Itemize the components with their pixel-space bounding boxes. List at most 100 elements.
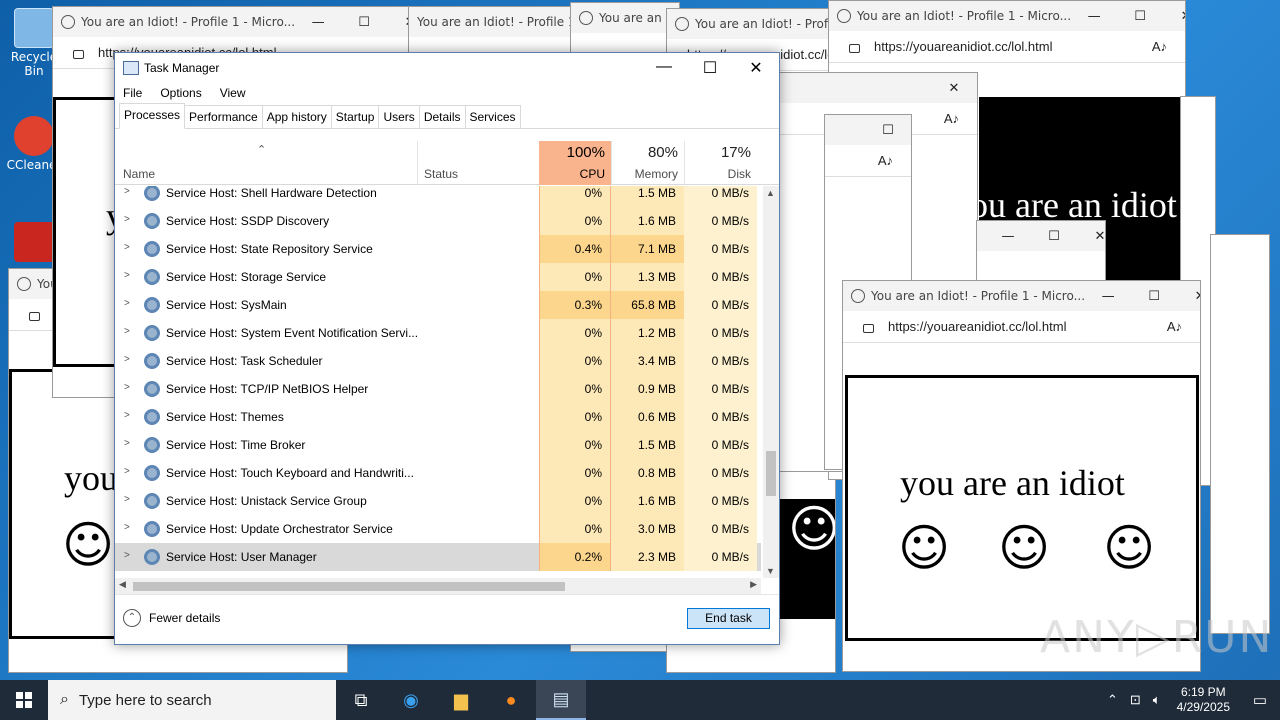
expand-chevron-icon[interactable]: > [124,550,130,561]
scroll-up-icon[interactable]: ▲ [766,188,775,198]
minimize-button[interactable]: — [641,58,687,78]
menu-view[interactable]: View [220,86,246,100]
read-aloud-icon[interactable]: A♪ [944,111,959,126]
process-row[interactable]: > Service Host: Unistack Service Group 0% 1… [115,487,761,515]
popup-addressbar[interactable]: A♪ [825,145,911,177]
end-task-button[interactable]: End task [687,608,770,629]
network-icon[interactable]: ⊡ [1124,692,1147,708]
minimize-button[interactable]: — [1085,289,1131,304]
popup-addressbar[interactable]: https://youareanidiot.cc/lol.html A♪ [829,31,1185,63]
popup-titlebar[interactable]: You are an Idiot! - Profile 1 - Micro... [571,3,679,33]
close-button[interactable]: ✕ [931,81,977,96]
minimize-button[interactable]: — [1071,9,1117,24]
close-button[interactable]: ✕ [1177,289,1200,304]
popup-titlebar[interactable]: ☐ [825,115,911,145]
expand-chevron-icon[interactable]: > [124,326,130,337]
expand-chevron-icon[interactable]: > [124,466,130,477]
idiot-popup-window[interactable] [1210,234,1270,634]
menu-file[interactable]: File [123,86,142,100]
scroll-left-icon[interactable]: ◀ [119,579,126,590]
column-disk[interactable]: 17% Disk [684,141,757,185]
expand-chevron-icon[interactable]: > [124,438,130,449]
popup-titlebar[interactable]: — ☐ ✕ [977,221,1105,251]
column-name[interactable]: Name [115,141,418,185]
popup-titlebar[interactable]: ✕ [779,73,977,103]
tab-app-history[interactable]: App history [261,105,332,128]
tab-users[interactable]: Users [378,105,420,128]
tray-overflow-chevron-icon[interactable]: ⌃ [1101,692,1124,708]
task-view-icon[interactable]: ⧉ [336,680,386,720]
expand-chevron-icon[interactable]: > [124,354,130,365]
popup-titlebar[interactable]: You are an Idiot! - Profile 1 - Micro... [409,7,572,37]
process-row[interactable]: > Service Host: Update Orchestrator Servi… [115,515,761,543]
process-row[interactable]: > Service Host: Themes 0% 0.6 MB 0 MB/s [115,403,761,431]
expand-chevron-icon[interactable]: > [124,494,130,505]
column-cpu[interactable]: 100% CPU [539,141,611,185]
process-row[interactable]: > Service Host: Task Scheduler 0% 3.4 MB 0 M… [115,347,761,375]
volume-icon[interactable]: 🔈︎ [1147,692,1167,708]
popup-titlebar[interactable]: You are an Idiot! - Profile 1 - Micro...… [843,281,1200,311]
read-aloud-icon[interactable]: A♪ [1152,39,1167,54]
expand-chevron-icon[interactable]: > [124,382,130,393]
maximize-button[interactable]: ☐ [1117,9,1163,24]
horizontal-scroll-thumb[interactable] [133,582,565,591]
tab-details[interactable]: Details [418,105,466,128]
popup-titlebar[interactable]: You are an Idiot! - Profile 1 - Micro...… [829,1,1185,31]
expand-chevron-icon[interactable]: > [124,522,130,533]
taskbar-search-box[interactable]: ⌕ Type here to search [48,680,336,720]
process-row[interactable]: > Service Host: State Repository Service 0… [115,235,761,263]
expand-chevron-icon[interactable]: > [124,298,130,309]
process-row[interactable]: > Service Host: SysMain 0.3% 65.8 MB 0 MB/s [115,291,761,319]
start-button[interactable] [0,680,48,720]
horizontal-scrollbar[interactable]: ◀ ▶ [115,578,761,594]
maximize-button[interactable]: ☐ [687,58,733,78]
expand-chevron-icon[interactable]: > [124,186,130,197]
maximize-button[interactable]: ☐ [1131,289,1177,304]
scroll-right-icon[interactable]: ▶ [750,579,757,590]
column-memory[interactable]: 80% Memory [611,141,684,185]
close-button[interactable]: ✕ [1163,9,1185,24]
close-button[interactable]: ✕ [733,58,779,78]
expand-chevron-icon[interactable]: > [124,214,130,225]
process-row[interactable]: > Service Host: User Manager 0.2% 2.3 MB 0 M… [115,543,761,571]
tab-services[interactable]: Services [464,105,521,128]
maximize-button[interactable]: ☐ [341,15,387,30]
read-aloud-icon[interactable]: A♪ [878,153,893,168]
process-row[interactable]: > Service Host: SSDP Discovery 0% 1.6 MB 0 M… [115,207,761,235]
maximize-button[interactable]: ☐ [865,123,911,138]
popup-titlebar[interactable]: You are an Idiot! - Profile 1 - Micro...… [53,7,411,37]
process-row[interactable]: > Service Host: System Event Notification… [115,319,761,347]
notification-center-icon[interactable]: ▭ [1240,691,1280,709]
process-row[interactable]: > Service Host: Touch Keyboard and Handwr… [115,459,761,487]
scroll-down-icon[interactable]: ▼ [766,566,775,576]
edge-icon[interactable]: ◉ [386,680,436,720]
clock[interactable]: 6:19 PM 4/29/2025 [1167,685,1240,715]
minimize-button[interactable]: — [985,229,1031,244]
vertical-scrollbar[interactable]: ▲ ▼ [763,186,779,578]
task-manager-taskbar-icon[interactable]: ▤ [536,680,586,720]
firefox-icon[interactable]: ● [486,680,536,720]
tab-performance[interactable]: Performance [184,105,263,128]
fewer-details-button[interactable]: ⌃ Fewer details [123,609,220,627]
expand-chevron-icon[interactable]: > [124,410,130,421]
popup-addressbar[interactable]: https://youareanidiot.cc/lol.html A♪ [843,311,1200,343]
vertical-scroll-thumb[interactable] [766,451,776,496]
popup-titlebar[interactable]: You are an Idiot! - Profile 1 - Micro... [667,9,835,39]
expand-chevron-icon[interactable]: > [124,242,130,253]
tab-processes[interactable]: Processes [119,103,186,129]
close-button[interactable]: ✕ [1077,229,1105,244]
process-row[interactable]: > Service Host: Shell Hardware Detection 0… [115,186,761,207]
tab-startup[interactable]: Startup [330,105,380,128]
task-manager-window[interactable]: Task Manager — ☐ ✕ File Options View Pro… [114,52,780,645]
process-row[interactable]: > Service Host: Storage Service 0% 1.3 MB 0 … [115,263,761,291]
file-explorer-icon[interactable]: ▆ [436,680,486,720]
menu-options[interactable]: Options [160,86,201,100]
expand-chevron-icon[interactable]: > [124,270,130,281]
maximize-button[interactable]: ☐ [1031,229,1077,244]
read-aloud-icon[interactable]: A♪ [1167,319,1182,334]
task-manager-titlebar[interactable]: Task Manager — ☐ ✕ [115,53,779,83]
process-row[interactable]: > Service Host: Time Broker 0% 1.5 MB 0 MB/s [115,431,761,459]
process-row[interactable]: > Service Host: TCP/IP NetBIOS Helper 0% 0.… [115,375,761,403]
minimize-button[interactable]: — [295,15,341,30]
column-status[interactable]: Status [418,141,539,185]
